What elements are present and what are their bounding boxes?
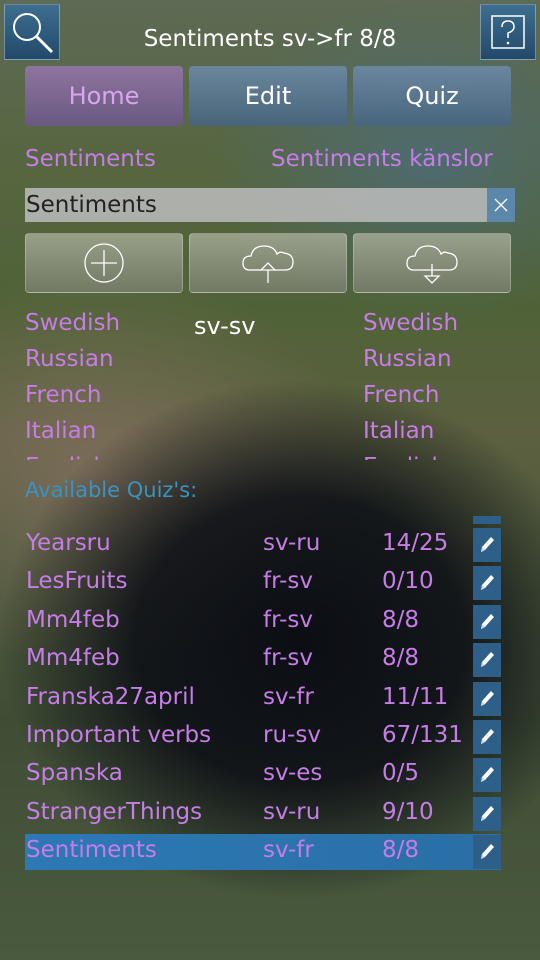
quiz-language-pair: fr-sv: [263, 568, 313, 595]
edit-quiz-button[interactable]: [473, 528, 501, 562]
quiz-language-pair: sv-es: [263, 760, 323, 787]
source-language-item[interactable]: English: [25, 450, 185, 460]
quiz-language-pair: sv-ru: [263, 798, 321, 825]
quiz-language-pair: fr-sv: [263, 645, 313, 672]
quiz-score: 8/8: [382, 837, 420, 864]
help-button[interactable]: [480, 4, 536, 60]
download-cloud-icon: [406, 245, 458, 284]
source-language-item[interactable]: Russian: [25, 342, 185, 378]
quiz-row[interactable]: Spanska sv-es 0/5: [25, 757, 501, 793]
download-button[interactable]: [353, 233, 511, 293]
upload-cloud-icon: [242, 245, 294, 283]
edit-quiz-button[interactable]: [473, 566, 501, 601]
quiz-language-pair: sv-fr: [263, 683, 314, 710]
source-language-list[interactable]: Swedish Russian French Italian English: [25, 306, 185, 460]
available-quizzes-heading: Available Quiz's:: [25, 478, 198, 502]
quiz-row[interactable]: LesFruits fr-sv 0/10: [25, 565, 501, 601]
pencil-icon: [481, 767, 494, 783]
pencil-icon: [481, 690, 494, 706]
add-icon: [84, 243, 124, 283]
pencil-icon: [481, 729, 494, 744]
quiz-row[interactable]: Sentiments sv-fr 8/8: [25, 834, 501, 871]
pencil-icon: [481, 537, 494, 552]
language-pair-label: sv-sv: [194, 312, 256, 340]
pencil-icon: [481, 805, 494, 821]
quiz-description-label[interactable]: Sentiments känslor: [271, 146, 493, 172]
clear-search-button[interactable]: [487, 188, 515, 222]
edit-quiz-button[interactable]: [473, 720, 501, 754]
quiz-language-pair: sv-fr: [263, 837, 314, 864]
close-icon: [494, 198, 508, 212]
list-scroll-indicator: [473, 516, 501, 524]
quiz-score: 9/10: [382, 798, 434, 825]
quiz-row[interactable]: Yearsru sv-ru 14/25: [25, 527, 501, 563]
quiz-language-pair: sv-ru: [263, 530, 321, 556]
edit-quiz-button[interactable]: [473, 681, 501, 716]
help-icon: [491, 15, 525, 49]
quiz-name: Mm4feb: [26, 645, 120, 672]
upload-button[interactable]: [189, 233, 347, 293]
quiz-name: Mm4feb: [26, 606, 120, 633]
edit-quiz-button[interactable]: [473, 604, 501, 639]
source-language-item[interactable]: Swedish: [25, 306, 185, 342]
edit-quiz-button[interactable]: [473, 835, 501, 870]
quiz-name: Yearsru: [26, 530, 111, 556]
edit-quiz-button[interactable]: [473, 643, 501, 678]
source-language-item[interactable]: French: [25, 378, 185, 414]
quiz-score: 0/10: [382, 568, 434, 595]
quiz-row[interactable]: Mm4feb fr-sv 8/8: [25, 642, 501, 678]
pencil-icon: [481, 575, 494, 591]
quiz-score: 14/25: [382, 530, 449, 556]
tab-edit[interactable]: Edit: [189, 66, 347, 126]
quiz-name: Important verbs: [26, 722, 212, 748]
quiz-row[interactable]: Franska27april sv-fr 11/11: [25, 681, 501, 717]
tab-quiz[interactable]: Quiz: [353, 66, 511, 126]
quiz-name-label[interactable]: Sentiments: [25, 146, 156, 172]
target-language-item[interactable]: French: [363, 378, 523, 414]
quiz-score: 11/11: [382, 683, 449, 710]
search-input[interactable]: [25, 188, 476, 222]
search-bar: [25, 188, 515, 222]
quiz-language-pair: ru-sv: [263, 722, 321, 748]
pencil-icon: [481, 844, 494, 860]
quiz-name: Spanska: [26, 760, 123, 787]
quiz-row[interactable]: Important verbs ru-sv 67/131: [25, 719, 501, 755]
edit-quiz-button[interactable]: [473, 758, 501, 793]
quiz-language-pair: fr-sv: [263, 606, 313, 633]
quiz-row[interactable]: Mm4feb fr-sv 8/8: [25, 604, 501, 640]
target-language-item[interactable]: Swedish: [363, 306, 523, 342]
pencil-icon: [481, 613, 494, 629]
pencil-icon: [481, 652, 494, 668]
quiz-row[interactable]: StrangerThings sv-ru 9/10: [25, 796, 501, 832]
quiz-name: Sentiments: [26, 837, 157, 864]
target-language-item[interactable]: Russian: [363, 342, 523, 378]
quiz-name: Franska27april: [26, 683, 195, 710]
target-language-list[interactable]: Swedish Russian French Italian English: [363, 306, 523, 460]
target-language-item[interactable]: Italian: [363, 414, 523, 450]
quiz-score: 67/131: [382, 722, 463, 748]
edit-quiz-button[interactable]: [473, 796, 501, 831]
source-language-item[interactable]: Italian: [25, 414, 185, 450]
target-language-item[interactable]: English: [363, 450, 523, 460]
add-quiz-button[interactable]: [25, 233, 183, 293]
tab-home[interactable]: Home: [25, 66, 183, 126]
quiz-score: 8/8: [382, 645, 420, 672]
quiz-name: LesFruits: [26, 568, 128, 595]
quiz-name: StrangerThings: [26, 798, 203, 825]
quiz-score: 8/8: [382, 606, 420, 633]
page-title: Sentiments sv->fr 8/8: [143, 26, 397, 52]
quiz-score: 0/5: [382, 760, 420, 787]
